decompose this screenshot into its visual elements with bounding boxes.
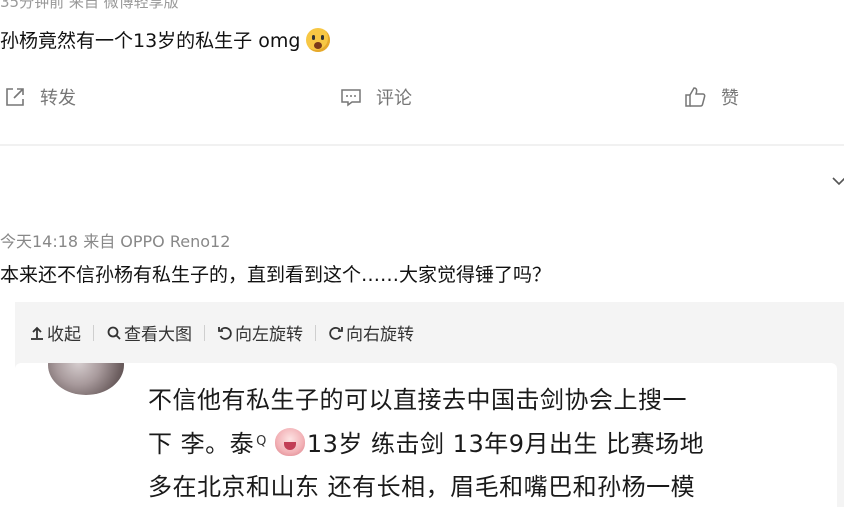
view-large-label: 查看大图	[124, 325, 192, 345]
divider	[0, 144, 844, 146]
post-text-content: 孙杨竟然有一个13岁的私生子 omg	[0, 30, 301, 52]
image-viewer: 收起 查看大图 向左旋转 向右旋转 不信他有私生子的可以直接去中国击剑协会上搜一…	[15, 302, 844, 507]
search-icon: Q	[256, 434, 267, 449]
collapse-label: 收起	[47, 325, 81, 345]
like-label: 赞	[721, 88, 739, 109]
post-text: 孙杨竟然有一个13岁的私生子 omg	[0, 26, 331, 53]
chevron-down-icon[interactable]	[832, 174, 844, 188]
image-toolbar: 收起 查看大图 向左旋转 向右旋转	[29, 320, 414, 345]
post-meta: 35分钟前 来自 微博轻享版	[0, 0, 179, 11]
comment-label: 评论	[376, 88, 412, 109]
toolbar-separator	[204, 324, 205, 341]
repost-label: 转发	[40, 88, 76, 109]
surprised-face-icon	[306, 27, 331, 52]
repost-button[interactable]: 转发	[4, 84, 76, 110]
comment-icon	[341, 89, 361, 107]
comment-button[interactable]: 评论	[340, 84, 412, 110]
share-icon	[6, 88, 24, 106]
image-text-segment: 13岁 练击剑 13年9月出生 比赛场地	[306, 430, 705, 458]
toolbar-separator	[315, 324, 316, 341]
post-meta: 今天14:18 来自 OPPO Reno12	[0, 232, 231, 251]
rotate-left-label: 向左旋转	[235, 325, 303, 345]
image-text-line: 下 李。泰 Q 13岁 练击剑 13年9月出生 比赛场地	[148, 424, 704, 459]
avatar	[48, 363, 124, 395]
image-text-segment: 下 李。泰	[148, 430, 255, 458]
rotate-left-button[interactable]: 向左旋转	[217, 320, 303, 345]
post-text: 本来还不信孙杨有私生子的，直到看到这个……大家觉得锤了吗？	[0, 264, 552, 286]
image-text-line: 不信他有私生子的可以直接去中国击剑协会上搜一	[148, 386, 687, 414]
toolbar-separator	[93, 324, 94, 341]
rotate-right-icon	[329, 326, 343, 340]
rotate-left-icon	[218, 326, 232, 340]
crying-face-sticker-icon	[274, 427, 305, 456]
thumbs-up-icon	[685, 87, 706, 107]
search-icon	[107, 326, 121, 340]
image-text-line: 多在北京和山东 还有长相，眉毛和嘴巴和孙杨一模	[148, 473, 696, 501]
view-large-button[interactable]: 查看大图	[106, 320, 192, 345]
collapse-button[interactable]: 收起	[29, 320, 81, 345]
rotate-right-button[interactable]: 向右旋转	[328, 320, 414, 345]
post-image[interactable]: 不信他有私生子的可以直接去中国击剑协会上搜一 下 李。泰 Q 13岁 练击剑 1…	[15, 363, 837, 507]
collapse-icon	[31, 326, 43, 340]
like-button[interactable]: 赞	[683, 84, 739, 110]
rotate-right-label: 向右旋转	[346, 325, 414, 345]
